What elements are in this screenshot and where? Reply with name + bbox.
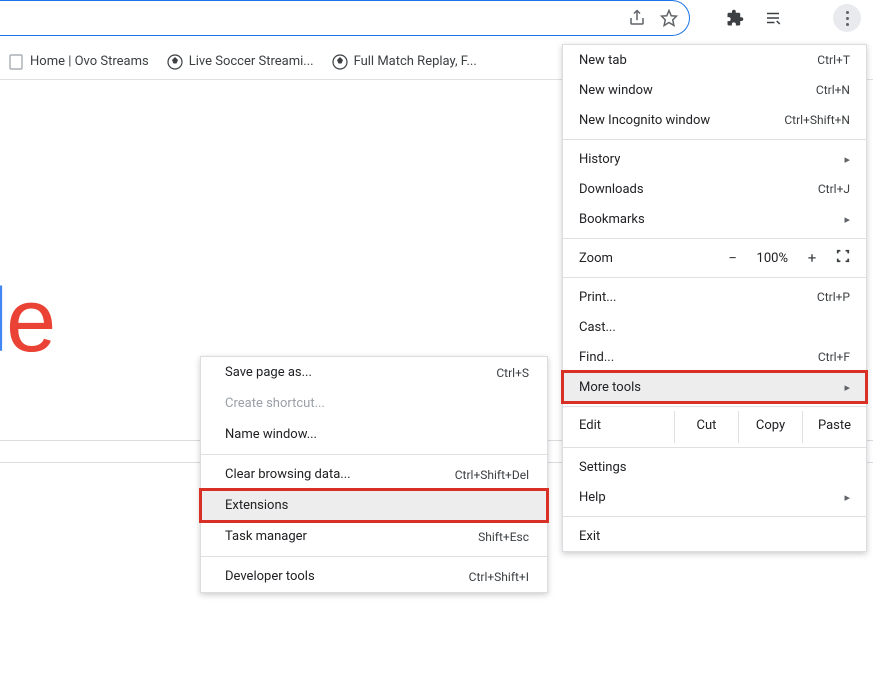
menu-more-tools[interactable]: More tools xyxy=(563,372,866,402)
menu-bookmarks[interactable]: Bookmarks xyxy=(563,204,866,234)
submenu-clear-data[interactable]: Clear browsing data... Ctrl+Shift+Del xyxy=(201,459,547,490)
menu-separator xyxy=(563,139,866,140)
menu-help[interactable]: Help xyxy=(563,482,866,512)
bookmark-item[interactable]: Live Soccer Streami... xyxy=(167,54,314,70)
menu-downloads[interactable]: Downloads Ctrl+J xyxy=(563,174,866,204)
menu-label: Clear browsing data... xyxy=(225,467,455,482)
menu-separator xyxy=(563,516,866,517)
menu-label: New Incognito window xyxy=(579,113,784,128)
zoom-label: Zoom xyxy=(579,251,727,266)
menu-separator xyxy=(201,556,547,557)
menu-label: New tab xyxy=(579,53,817,68)
menu-label: Bookmarks xyxy=(579,212,836,227)
menu-label: Cast... xyxy=(579,320,850,335)
menu-settings[interactable]: Settings xyxy=(563,452,866,482)
menu-shortcut: Ctrl+F xyxy=(818,350,850,364)
submenu-extensions[interactable]: Extensions xyxy=(201,490,547,521)
omnibox[interactable] xyxy=(0,0,690,36)
menu-button[interactable] xyxy=(833,4,861,32)
google-logo-fragment: gle xyxy=(0,270,54,373)
menu-new-incognito[interactable]: New Incognito window Ctrl+Shift+N xyxy=(563,105,866,135)
menu-shortcut: Ctrl+J xyxy=(818,182,850,196)
menu-zoom-row: Zoom − 100% + xyxy=(563,243,866,273)
menu-label: Task manager xyxy=(225,529,478,544)
reading-list-icon[interactable] xyxy=(763,8,783,28)
menu-shortcut: Ctrl+T xyxy=(817,53,850,67)
menu-shortcut: Ctrl+Shift+Del xyxy=(455,468,529,482)
menu-print[interactable]: Print... Ctrl+P xyxy=(563,282,866,312)
menu-separator xyxy=(563,447,866,448)
extensions-puzzle-icon[interactable] xyxy=(725,8,745,28)
menu-label: Name window... xyxy=(225,427,529,442)
menu-label: Exit xyxy=(579,529,850,544)
menu-find[interactable]: Find... Ctrl+F xyxy=(563,342,866,372)
edit-cut-button[interactable]: Cut xyxy=(674,411,738,443)
menu-label: Save page as... xyxy=(225,365,496,380)
menu-history[interactable]: History xyxy=(563,144,866,174)
edit-paste-button[interactable]: Paste xyxy=(802,411,866,443)
menu-shortcut: Ctrl+N xyxy=(816,83,850,97)
zoom-value: 100% xyxy=(757,251,788,266)
page-icon xyxy=(8,54,24,70)
menu-new-window[interactable]: New window Ctrl+N xyxy=(563,75,866,105)
edit-copy-button[interactable]: Copy xyxy=(738,411,802,443)
menu-new-tab[interactable]: New tab Ctrl+T xyxy=(563,45,866,75)
menu-shortcut: Shift+Esc xyxy=(478,530,529,544)
submenu-save-page[interactable]: Save page as... Ctrl+S xyxy=(201,357,547,388)
menu-label: Settings xyxy=(579,460,850,475)
submenu-create-shortcut: Create shortcut... xyxy=(201,388,547,419)
chrome-main-menu: New tab Ctrl+T New window Ctrl+N New Inc… xyxy=(562,44,867,552)
menu-label: More tools xyxy=(579,380,836,395)
menu-label: Developer tools xyxy=(225,569,469,584)
menu-shortcut: Ctrl+Shift+N xyxy=(784,113,850,127)
menu-separator xyxy=(563,238,866,239)
menu-label: Print... xyxy=(579,290,817,305)
menu-exit[interactable]: Exit xyxy=(563,521,866,551)
bookmark-label: Home | Ovo Streams xyxy=(30,54,149,69)
submenu-dev-tools[interactable]: Developer tools Ctrl+Shift+I xyxy=(201,561,547,592)
menu-label: Downloads xyxy=(579,182,818,197)
menu-label: History xyxy=(579,152,836,167)
menu-separator xyxy=(201,454,547,455)
edit-label: Edit xyxy=(563,411,674,443)
bookmark-label: Live Soccer Streami... xyxy=(189,54,314,69)
menu-cast[interactable]: Cast... xyxy=(563,312,866,342)
menu-label: New window xyxy=(579,83,816,98)
submenu-name-window[interactable]: Name window... xyxy=(201,419,547,450)
menu-shortcut: Ctrl+P xyxy=(817,290,850,304)
menu-shortcut: Ctrl+S xyxy=(496,366,529,380)
menu-label: Extensions xyxy=(225,498,529,513)
bookmark-item[interactable]: Home | Ovo Streams xyxy=(8,54,149,70)
submenu-task-manager[interactable]: Task manager Shift+Esc xyxy=(201,521,547,552)
soccer-icon xyxy=(332,54,348,70)
menu-separator xyxy=(563,406,866,407)
menu-shortcut: Ctrl+Shift+I xyxy=(469,570,529,584)
star-icon[interactable] xyxy=(659,8,679,28)
bookmark-label: Full Match Replay, F... xyxy=(354,54,477,69)
zoom-out-button[interactable]: − xyxy=(727,249,739,267)
menu-separator xyxy=(563,277,866,278)
zoom-in-button[interactable]: + xyxy=(806,249,818,267)
share-icon[interactable] xyxy=(627,8,647,28)
more-tools-submenu: Save page as... Ctrl+S Create shortcut..… xyxy=(200,356,548,593)
menu-label: Create shortcut... xyxy=(225,396,529,411)
bookmark-item[interactable]: Full Match Replay, F... xyxy=(332,54,477,70)
menu-edit-row: Edit Cut Copy Paste xyxy=(563,411,866,443)
soccer-icon xyxy=(167,54,183,70)
menu-label: Find... xyxy=(579,350,818,365)
fullscreen-icon[interactable] xyxy=(836,249,850,267)
menu-label: Help xyxy=(579,490,836,505)
